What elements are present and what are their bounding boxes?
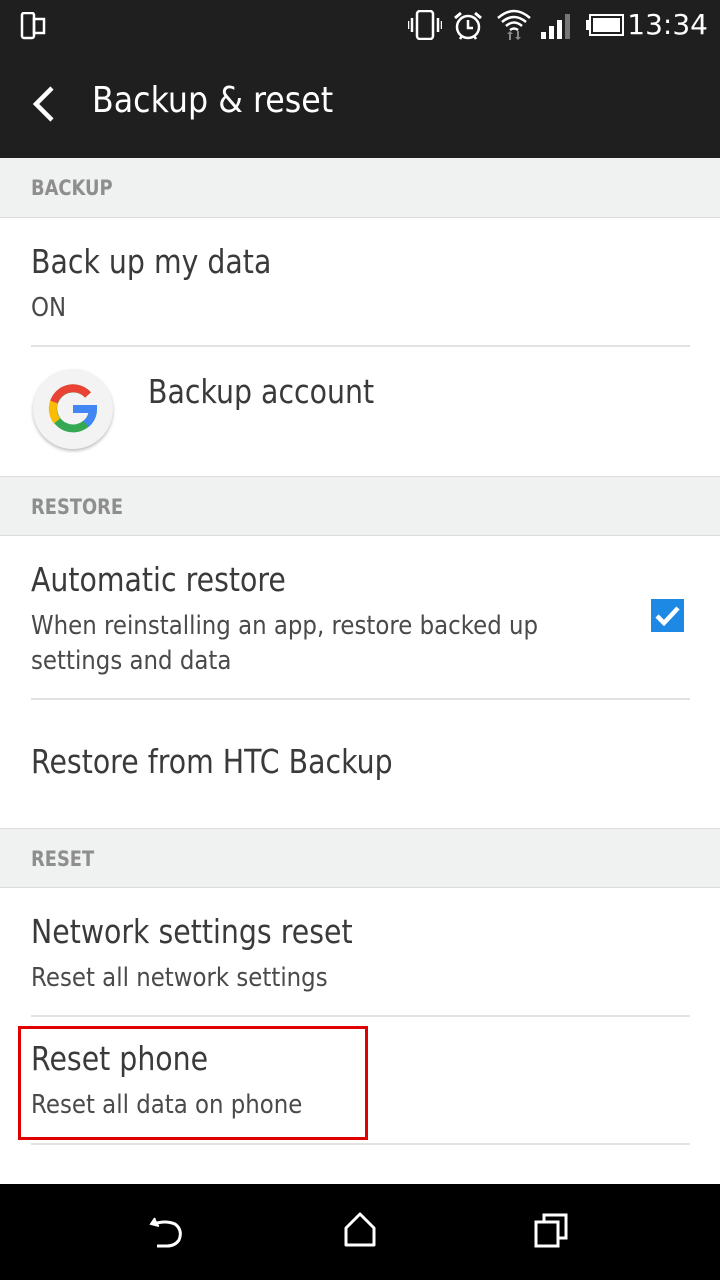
- item-title: Backup account: [148, 372, 375, 411]
- back-icon: [149, 1217, 182, 1248]
- back-up-my-data-item[interactable]: Back up my data ON: [0, 218, 720, 348]
- item-title: Restore from HTC Backup: [31, 742, 393, 781]
- item-subtitle: ON: [31, 293, 67, 323]
- section-header-label: RESET: [31, 847, 95, 871]
- item-subtitle: Reset all data on phone: [31, 1090, 303, 1120]
- navigation-bar: [0, 1184, 720, 1280]
- item-title: Reset phone: [31, 1039, 209, 1078]
- vibrate-icon: [408, 10, 442, 40]
- section-header-restore: RESTORE: [0, 476, 720, 536]
- wifi-icon: [497, 9, 531, 40]
- checkmark-icon: [655, 606, 680, 627]
- item-title: Automatic restore: [31, 560, 286, 599]
- back-button[interactable]: [26, 80, 70, 128]
- home-icon: [344, 1212, 376, 1247]
- section-header-label: RESTORE: [31, 495, 124, 519]
- section-header-label: BACKUP: [31, 176, 113, 200]
- nav-recents-button[interactable]: [528, 1210, 578, 1254]
- alarm-icon: [454, 11, 482, 40]
- page-title: Backup & reset: [92, 80, 334, 121]
- restore-from-htc-backup-item[interactable]: Restore from HTC Backup: [0, 700, 720, 828]
- backup-account-item[interactable]: Backup account: [0, 338, 720, 476]
- app-bar: Backup & reset: [0, 50, 720, 158]
- section-header-backup: BACKUP: [0, 158, 720, 218]
- item-title: Network settings reset: [31, 912, 353, 951]
- network-settings-reset-item[interactable]: Network settings reset Reset all network…: [0, 888, 720, 1016]
- nav-back-button[interactable]: [145, 1210, 195, 1254]
- section-header-reset: RESET: [0, 828, 720, 888]
- item-subtitle: Reset all network settings: [31, 963, 328, 993]
- automatic-restore-item[interactable]: Automatic restore When reinstalling an a…: [0, 536, 720, 700]
- item-subtitle-line2: settings and data: [31, 646, 232, 676]
- dual-screen-icon: [20, 12, 46, 40]
- divider: [31, 1143, 690, 1145]
- google-icon: [33, 369, 113, 449]
- nav-home-button[interactable]: [336, 1210, 386, 1254]
- automatic-restore-checkbox[interactable]: [651, 599, 684, 632]
- battery-icon: [586, 14, 624, 36]
- item-subtitle-line1: When reinstalling an app, restore backed…: [31, 611, 539, 641]
- recents-icon: [534, 1213, 568, 1248]
- reset-phone-item[interactable]: Reset phone Reset all data on phone: [0, 1017, 720, 1145]
- signal-icon: [541, 14, 570, 39]
- chevron-left-icon: [32, 86, 54, 122]
- clock: 13:34: [627, 8, 708, 41]
- status-bar: 13:34: [0, 0, 720, 50]
- item-title: Back up my data: [31, 242, 272, 281]
